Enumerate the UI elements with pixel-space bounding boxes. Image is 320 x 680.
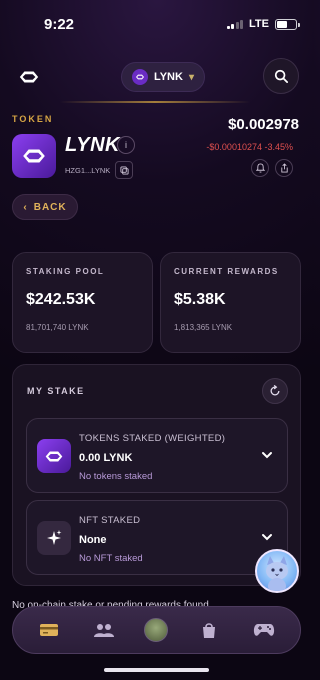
network-label: LTE: [249, 18, 269, 30]
community-icon[interactable]: [89, 615, 119, 645]
price-change: -$0.00010274 -3.45%: [206, 142, 293, 152]
status-bar: 9:22 LTE: [0, 0, 313, 44]
wallet-icon[interactable]: [34, 615, 64, 645]
back-button[interactable]: ‹ BACK: [12, 194, 78, 220]
chevron-left-icon: ‹: [23, 201, 28, 213]
refresh-button[interactable]: [262, 378, 288, 404]
battery-icon: [275, 18, 300, 30]
staking-pool-value: $242.53K: [26, 291, 96, 308]
back-label: BACK: [33, 201, 67, 213]
refresh-icon: [270, 385, 280, 396]
tokens-staked-title: TOKENS STAKED (WEIGHTED): [79, 433, 226, 444]
shop-icon[interactable]: [194, 615, 224, 645]
nft-staked-title: NFT STAKED: [79, 515, 141, 526]
bell-icon[interactable]: [251, 159, 269, 177]
header-divider: [60, 101, 250, 103]
search-icon: [274, 69, 288, 83]
token-section-label: TOKEN: [12, 114, 54, 124]
top-bar: LYNK ▾: [0, 58, 313, 98]
floating-nft-avatar[interactable]: [255, 549, 299, 593]
my-stake-panel: MY STAKE TOKENS STAKED (WEIGHTED) 0.00 L…: [12, 364, 301, 586]
lynk-logo-icon: [37, 439, 71, 473]
nft-staked-status: No NFT staked: [79, 553, 143, 564]
token-name: LYNK: [65, 134, 120, 156]
home-indicator: [104, 668, 209, 672]
status-indicators: LTE: [226, 18, 300, 30]
bottom-nav: [12, 606, 301, 654]
current-rewards-amount: 1,813,365 LYNK: [174, 323, 233, 332]
signal-icon: [226, 19, 244, 29]
tokens-staked-item[interactable]: TOKENS STAKED (WEIGHTED) 0.00 LYNK No to…: [26, 418, 288, 493]
chevron-down-icon[interactable]: [261, 449, 273, 461]
chevron-down-icon[interactable]: [261, 531, 273, 543]
cat-avatar-icon: [266, 556, 288, 591]
tokens-staked-status: No tokens staked: [79, 471, 153, 482]
chevron-down-icon: ▾: [188, 71, 194, 83]
info-icon[interactable]: i: [117, 136, 135, 154]
search-button[interactable]: [263, 58, 299, 94]
status-time: 9:22: [44, 16, 75, 33]
token-logo: [12, 134, 56, 178]
current-rewards-card: CURRENT REWARDS $5.38K 1,813,365 LYNK: [160, 252, 301, 353]
nft-staked-value: None: [79, 534, 107, 546]
lynk-logo-icon: [23, 149, 45, 163]
games-icon[interactable]: [249, 615, 279, 645]
tokens-staked-value: 0.00 LYNK: [79, 452, 133, 464]
staking-pool-label: STAKING POOL: [26, 267, 105, 276]
token-selector-dropdown[interactable]: LYNK ▾: [121, 62, 205, 92]
my-stake-title: MY STAKE: [27, 386, 85, 396]
nft-staked-item[interactable]: NFT STAKED None No NFT staked: [26, 500, 288, 575]
copy-icon[interactable]: [115, 161, 133, 179]
current-rewards-value: $5.38K: [174, 291, 226, 308]
profile-avatar[interactable]: [144, 618, 169, 642]
lynk-logo-icon: [132, 69, 148, 85]
staking-pool-card: STAKING POOL $242.53K 81,701,740 LYNK: [12, 252, 153, 353]
selected-token-label: LYNK: [154, 71, 183, 83]
sparkle-icon: [37, 521, 71, 555]
app-logo-icon[interactable]: [18, 67, 40, 87]
token-price: $0.002978: [228, 116, 299, 133]
token-address: HZG1...LYNK: [65, 166, 111, 175]
staking-pool-amount: 81,701,740 LYNK: [26, 323, 89, 332]
current-rewards-label: CURRENT REWARDS: [174, 267, 279, 276]
share-icon[interactable]: [275, 159, 293, 177]
